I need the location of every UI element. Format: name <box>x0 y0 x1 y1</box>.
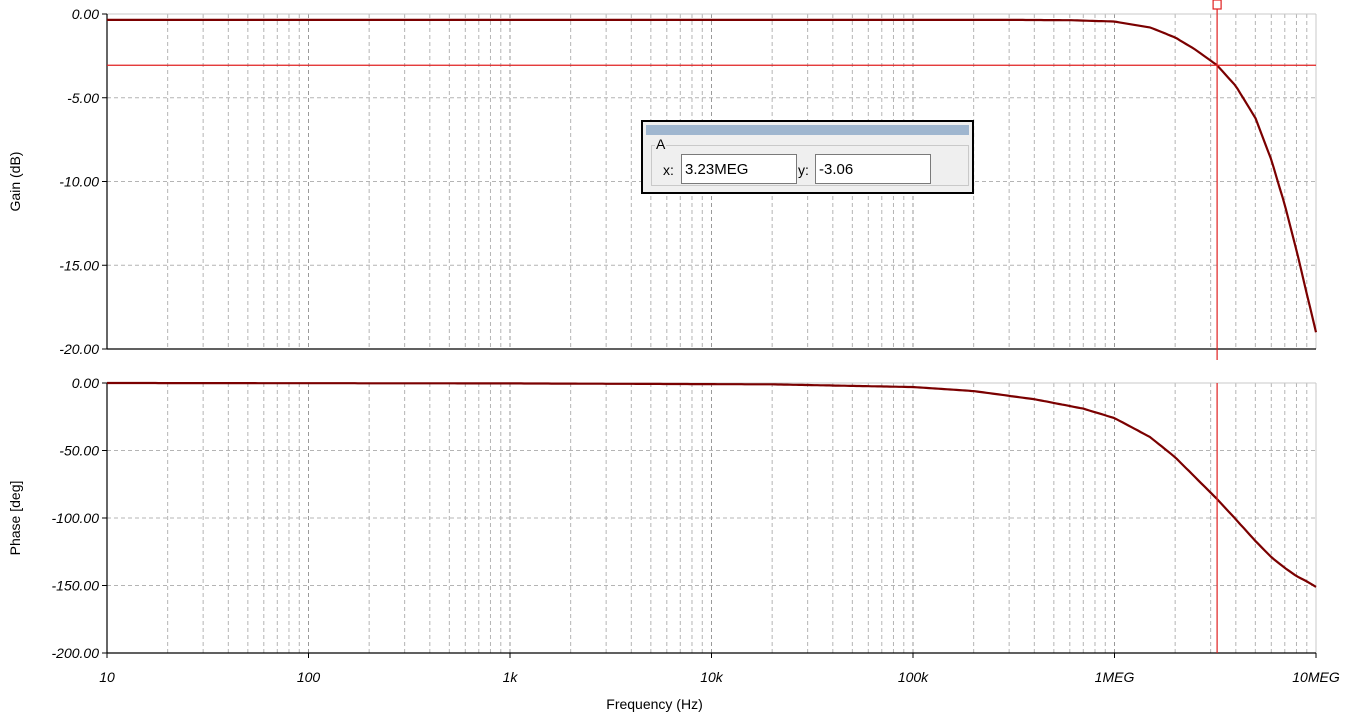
y-axis-label: Phase [deg] <box>7 481 23 556</box>
y-value-field[interactable]: -3.06 <box>815 154 931 184</box>
y-tick-label: -15.00 <box>59 257 99 273</box>
y-tick-label: -5.00 <box>67 90 99 106</box>
x-tick-label: 100k <box>898 669 929 685</box>
cursor-handle[interactable] <box>1212 0 1222 10</box>
frame-layer <box>102 13 1317 658</box>
x-value-field[interactable]: 3.23MEG <box>681 154 797 184</box>
x-tick-label: 10MEG <box>1292 669 1340 685</box>
bode-plot: 0.00 -5.00 -10.00 -15.00 -20.00 Gain (dB) 0.00… <box>7 0 1340 712</box>
x-tick-label: 10 <box>99 669 115 685</box>
y-axis-label: Gain (dB) <box>7 152 23 212</box>
y-tick-label: -200.00 <box>52 645 100 661</box>
y-tick-label: -150.00 <box>52 578 100 594</box>
y-tick-label: -10.00 <box>59 174 99 190</box>
cursor-group-label: A <box>655 136 667 152</box>
y-tick-label: 0.00 <box>72 375 99 391</box>
y-tick-label: 0.00 <box>72 6 99 22</box>
x-tick-label: 100 <box>297 669 321 685</box>
y-tick-label: -100.00 <box>52 510 100 526</box>
x-value-label: x: <box>663 162 674 178</box>
grid-layer <box>107 14 1316 653</box>
cursor-window-titlebar[interactable] <box>646 125 969 135</box>
label-layer: 0.00 -5.00 -10.00 -15.00 -20.00 Gain (dB) 0.00… <box>7 6 1340 712</box>
cursor-readout-window[interactable]: A x: 3.23MEG y: -3.06 <box>641 120 974 194</box>
y-tick-label: -50.00 <box>59 443 99 459</box>
y-tick-label: -20.00 <box>59 341 99 357</box>
x-tick-label: 10k <box>700 669 724 685</box>
x-tick-label: 1k <box>503 669 519 685</box>
x-tick-label: 1MEG <box>1095 669 1135 685</box>
y-value-label: y: <box>798 162 809 178</box>
x-axis-label: Frequency (Hz) <box>606 696 702 712</box>
